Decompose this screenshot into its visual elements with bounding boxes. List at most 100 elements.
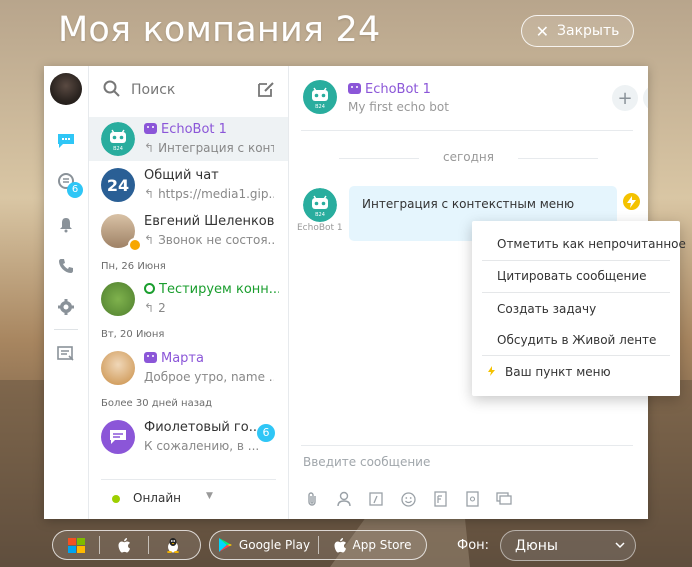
reply-icon: ↰ [144, 187, 155, 201]
message-author-avatar[interactable]: B24 [303, 188, 337, 222]
recent-item-violet-group[interactable]: Фиолетовый го... К сожалению, в ... 6 [89, 415, 288, 459]
bot-avatar [101, 351, 135, 385]
chats-icon[interactable] [54, 129, 78, 153]
recent-chats-panel: Поиск B24 EchoBot 1 ↰Интеграция с контек… [89, 66, 289, 519]
chat-header-avatar[interactable]: B24 [303, 80, 337, 118]
message-menu-bolt-icon[interactable] [623, 193, 640, 210]
linux-icon[interactable] [149, 537, 197, 553]
recent-item-general-chat[interactable]: 24 Общий чат ↰ https://media1.gip... [89, 163, 288, 207]
header-divider [301, 130, 633, 131]
screen-share-icon[interactable] [495, 490, 513, 508]
svg-text:B24: B24 [315, 104, 325, 110]
recent-item-preview: К сожалению, в ... [144, 439, 260, 453]
bot-icon [348, 83, 361, 94]
search-icon [103, 80, 120, 97]
windows-icon[interactable] [53, 537, 99, 553]
recent-item-name: Тестируем конн... [159, 282, 279, 297]
background-select[interactable]: Дюны [500, 530, 636, 561]
date-section-label: Вт, 20 Июня [101, 329, 165, 340]
phone-icon[interactable] [54, 254, 78, 278]
mention-user-icon[interactable] [335, 490, 353, 508]
group-avatar: 24 [101, 168, 135, 202]
settings-icon[interactable] [54, 295, 78, 319]
svg-text:B24: B24 [315, 212, 325, 218]
page-title: Моя компания 24 [58, 10, 381, 50]
recent-item-preview: Доброе утро, name ... [144, 370, 274, 384]
bolt-icon [488, 366, 495, 376]
chat-subtitle: My first echo bot [348, 100, 449, 114]
recent-item-user[interactable]: Евгений Шеленков ↰ Звонок не состоя... [89, 209, 288, 253]
nav-rail: 6 [44, 66, 89, 519]
message-author-name: EchoBot 1 [297, 223, 343, 233]
chevron-down-icon: ▼ [206, 491, 213, 501]
new-chat-icon[interactable] [257, 80, 275, 98]
apple-icon [334, 537, 346, 552]
recent-item-marta[interactable]: Марта Доброе утро, name ... [89, 346, 288, 390]
search-bar[interactable]: Поиск [89, 66, 288, 112]
background-label: Фон: [457, 538, 490, 553]
recent-item-preview: Интеграция с контек... [158, 141, 274, 155]
date-separator: сегодня [289, 150, 648, 164]
google-play-label: Google Play [238, 538, 311, 552]
date-section-label: Пн, 26 Июня [101, 261, 166, 272]
attach-file-icon[interactable] [303, 490, 321, 508]
plus-icon: + [617, 87, 633, 109]
menu-item-quote[interactable]: Цитировать сообщение [482, 260, 670, 291]
away-status-dot [128, 238, 142, 252]
google-play-button[interactable]: Google Play [210, 537, 318, 553]
message-text: Интеграция с контекстным меню [362, 197, 575, 211]
desktop-apps-group [52, 530, 201, 560]
bot-avatar: B24 [101, 122, 135, 156]
recent-item-name: Евгений Шеленков [144, 214, 275, 229]
recent-item-preview: https://media1.gip... [158, 187, 274, 201]
format-text-icon[interactable] [367, 490, 385, 508]
group-chat-avatar [101, 420, 135, 454]
menu-item-create-task[interactable]: Создать задачу [482, 293, 670, 324]
chevron-down-icon [615, 542, 625, 549]
open-channel-icon [144, 283, 155, 294]
close-icon: ✕ [535, 21, 550, 41]
close-label: Закрыть [557, 23, 620, 39]
search-input[interactable]: Поиск [131, 82, 175, 98]
bot-icon [144, 352, 157, 363]
tasks-badge: 6 [67, 182, 83, 198]
add-user-button[interactable]: + [612, 85, 638, 111]
close-button[interactable]: ✕ Закрыть [521, 15, 634, 47]
menu-item-discuss-feed[interactable]: Обсудить в Живой ленте [482, 324, 670, 355]
recent-item-name: Марта [161, 351, 204, 366]
date-section-label: Более 30 дней назад [101, 398, 213, 409]
background-value: Дюны [515, 538, 558, 554]
recent-item-name: EchoBot 1 [161, 122, 227, 137]
unread-badge: 6 [257, 424, 275, 442]
composer-divider [301, 445, 633, 446]
calendar-icon[interactable] [463, 490, 481, 508]
composer-toolbar [303, 490, 513, 508]
reply-icon: ↰ [144, 233, 155, 247]
recent-list-icon[interactable] [54, 342, 78, 366]
reply-icon: ↰ [144, 141, 155, 155]
recent-item-preview: Звонок не состоя... [158, 233, 274, 247]
status-label: Онлайн [133, 491, 181, 505]
chat-title[interactable]: EchoBot 1 [348, 82, 431, 97]
recent-item-open-channel[interactable]: Тестируем конн... ↰ 2 [89, 277, 288, 321]
history-search-button[interactable] [643, 85, 648, 111]
svg-text:B24: B24 [113, 146, 123, 152]
message-input[interactable]: Введите сообщение [303, 455, 430, 469]
google-play-icon [218, 538, 232, 552]
smile-icon[interactable] [399, 490, 417, 508]
current-user-avatar[interactable] [50, 73, 82, 105]
apple-icon[interactable] [100, 537, 148, 553]
status-selector[interactable]: Онлайн ▼ [101, 479, 276, 519]
form-icon[interactable] [431, 490, 449, 508]
recent-item-preview: 2 [158, 301, 166, 315]
message-context-menu: Отметить как непрочитанное Цитировать со… [472, 221, 686, 396]
app-store-label: App Store [352, 538, 412, 552]
online-status-dot [112, 495, 120, 503]
rail-divider [54, 329, 78, 330]
notifications-icon[interactable] [54, 213, 78, 237]
menu-item-mark-unread[interactable]: Отметить как непрочитанное [482, 228, 686, 259]
recent-item-name: Общий чат [144, 168, 219, 183]
menu-item-custom[interactable]: Ваш пункт меню [482, 356, 670, 387]
app-store-button[interactable]: App Store [319, 537, 426, 553]
recent-item-echobot[interactable]: B24 EchoBot 1 ↰Интеграция с контек... [89, 117, 288, 161]
